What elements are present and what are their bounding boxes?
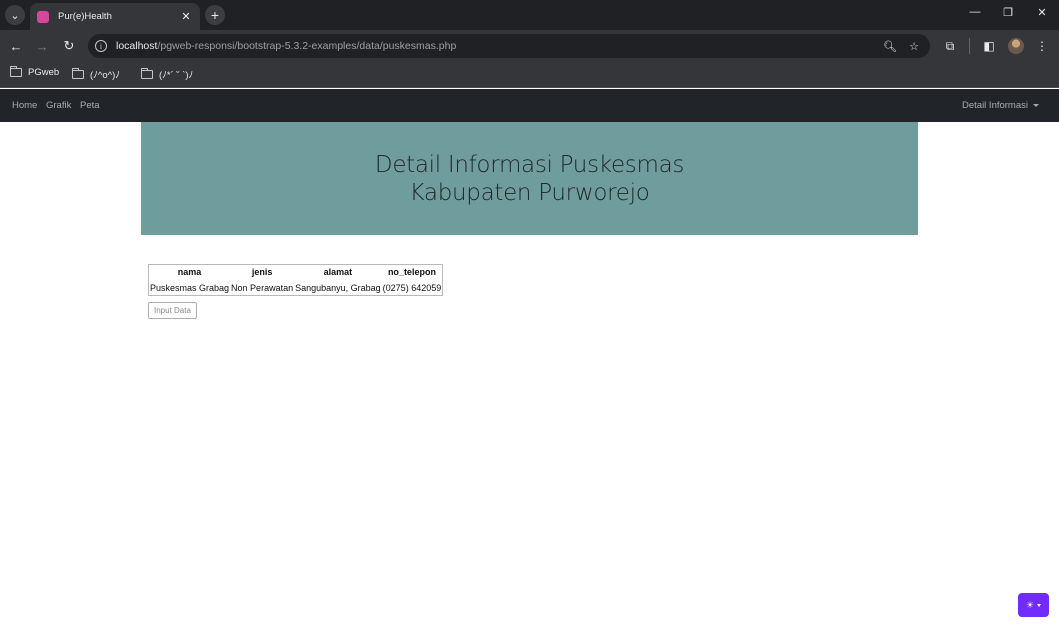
nav-link-peta[interactable]: Peta (80, 100, 100, 111)
side-panel-icon[interactable]: ◧ (980, 37, 998, 55)
bookmark-folder-pgweb[interactable]: PGweb (10, 66, 60, 78)
column-header-no-telepon: no_telepon (387, 267, 436, 277)
bookmark-folder-kaomoji-1[interactable]: (ﾉ^o^)ﾉ (72, 67, 120, 81)
nav-dropdown-detail-informasi[interactable]: Detail Informasi (962, 100, 1039, 111)
column-header-nama: nama (177, 267, 202, 277)
browser-tab-strip: ⌄ Pur(e)Health ✕ + — ❐ ✕ (0, 0, 1059, 30)
table-row: Puskesmas Grabag Non Perawatan Sangubany… (149, 280, 443, 296)
folder-icon (10, 66, 22, 77)
bookmark-folder-kaomoji-2[interactable]: (ﾉ*´ ˘ `)ﾉ (141, 67, 193, 81)
forward-arrow-icon[interactable]: → (33, 37, 51, 55)
cell-jenis: Non Perawatan (231, 283, 294, 293)
site-navbar: Home Grafik Peta Detail Informasi (0, 89, 1059, 122)
window-close-icon[interactable]: ✕ (1033, 6, 1051, 19)
browser-toolbar: ← → ↻ i localhost/pgweb-responsi/bootstr… (0, 30, 1059, 62)
nav-link-home[interactable]: Home (12, 100, 37, 111)
profile-avatar[interactable] (1008, 38, 1024, 54)
tab-title: Pur(e)Health (58, 11, 112, 22)
bookmark-label: (ﾉ^o^)ﾉ (90, 70, 121, 81)
nav-link-grafik[interactable]: Grafik (46, 100, 71, 111)
sun-icon: ☀ (1025, 599, 1035, 610)
cell-alamat: Sangubanyu, Grabag (295, 283, 381, 293)
back-arrow-icon[interactable]: ← (7, 37, 25, 55)
zoom-magnifier-icon[interactable]: 🔍︎ (882, 40, 898, 53)
url-host: localhost (116, 40, 158, 52)
theme-toggle-button[interactable]: ☀ (1018, 593, 1049, 617)
hero-title-line-1: Detail Informasi Puskesmas (374, 151, 685, 178)
puskesmas-table: nama jenis alamat no_telepon Puskesmas G… (148, 264, 444, 296)
site-info-icon[interactable]: i (95, 40, 107, 52)
address-url[interactable]: localhost/pgweb-responsi/bootstrap-5.3.2… (116, 40, 882, 52)
tab-search-chevron-icon[interactable]: ⌄ (5, 5, 25, 25)
caret-down-icon (1037, 603, 1042, 607)
menu-kebab-icon[interactable]: ⋮ (1033, 37, 1051, 55)
reload-icon[interactable]: ↻ (60, 37, 78, 55)
input-data-button[interactable]: Input Data (148, 302, 197, 319)
bookmarks-bar: PGweb (ﾉ^o^)ﾉ (ﾉ*´ ˘ `)ﾉ (0, 62, 1059, 88)
column-header-alamat: alamat (323, 267, 353, 277)
bookmark-label: PGweb (28, 67, 60, 78)
address-bar[interactable]: i localhost/pgweb-responsi/bootstrap-5.3… (88, 34, 930, 58)
browser-tab[interactable]: Pur(e)Health ✕ (30, 3, 200, 30)
tab-favicon-icon (37, 10, 49, 23)
cell-nama: Puskesmas Grabag (150, 283, 230, 293)
dropdown-label: Detail Informasi (962, 100, 1028, 111)
column-header-jenis: jenis (251, 267, 273, 277)
bookmark-label: (ﾉ*´ ˘ `)ﾉ (159, 70, 194, 81)
caret-down-icon (1033, 103, 1039, 107)
folder-icon (72, 67, 84, 79)
url-path: /pgweb-responsi/bootstrap-5.3.2-examples… (157, 40, 457, 52)
bookmark-star-icon[interactable]: ☆ (906, 40, 922, 53)
table-header-row: nama jenis alamat no_telepon (149, 265, 443, 281)
hero-banner: Detail Informasi Puskesmas Kabupaten Pur… (141, 122, 918, 235)
cell-no-telepon: (0275) 642059 (382, 283, 442, 293)
minimize-icon[interactable]: — (966, 6, 984, 18)
extensions-puzzle-icon[interactable]: ⧉ (941, 37, 959, 55)
tab-close-icon[interactable]: ✕ (179, 10, 193, 23)
new-tab-plus-icon[interactable]: + (205, 5, 225, 25)
restore-icon[interactable]: ❐ (999, 6, 1017, 19)
toolbar-divider (969, 38, 970, 54)
folder-icon (141, 67, 153, 79)
hero-title-line-2: Kabupaten Purworejo (409, 179, 650, 206)
